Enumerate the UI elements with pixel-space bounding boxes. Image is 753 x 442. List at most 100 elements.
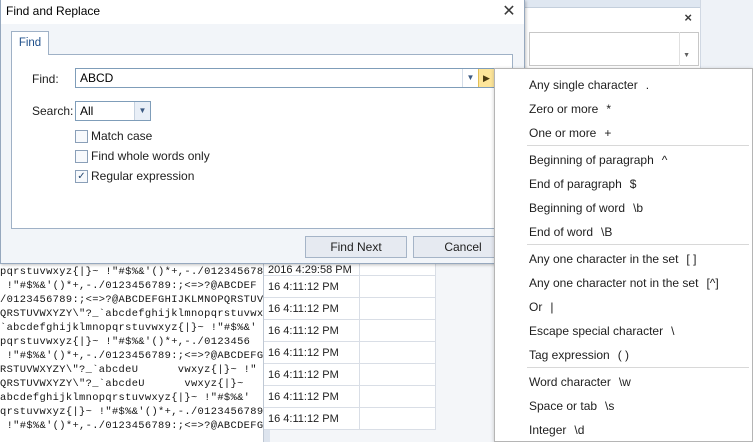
code-line: RSTUVWXYZY\"?_`abcdeU vwxyz{|}~ !" xyxy=(0,364,257,376)
grid-cell[interactable]: 16 4:11:12 PM xyxy=(264,342,360,364)
find-history-dropdown-icon[interactable]: ▼ xyxy=(462,69,478,87)
side-panel-close-icon[interactable]: × xyxy=(684,10,692,25)
menu-item[interactable]: Zero or more * xyxy=(529,102,611,116)
regex-popup-menu: Any single character. Zero or more * One or… xyxy=(494,68,753,442)
menu-item[interactable]: Escape special character \ xyxy=(529,324,674,338)
regular-expression-label[interactable]: Regular expression xyxy=(91,169,194,183)
menu-item-symbol: $ xyxy=(629,177,637,191)
menu-item[interactable]: Any one character in the set [ ] xyxy=(529,252,696,266)
find-input[interactable] xyxy=(76,69,460,87)
code-line: pqrstuvwxyz{|}~ !"#$%&'()*+,-./012345678… xyxy=(0,266,264,278)
grid-cell-empty[interactable] xyxy=(360,408,436,430)
grid-cell-empty[interactable] xyxy=(360,276,436,298)
find-combobox[interactable]: ▼ ▶ xyxy=(75,68,495,88)
menu-item-label: Any single character xyxy=(529,78,638,92)
tab-find[interactable]: Find xyxy=(11,31,49,55)
dialog-titlebar[interactable]: Find and Replace ✕ xyxy=(1,0,524,24)
grid-cell-empty[interactable] xyxy=(360,364,436,386)
menu-item-symbol: \ xyxy=(671,324,675,338)
menu-item-label: Or xyxy=(529,300,543,314)
data-grid[interactable]: 2016 4:29:58 PM 16 4:11:12 PM 16 4:11:12 P… xyxy=(264,262,524,442)
chevron-down-icon[interactable]: ▼ xyxy=(134,102,150,120)
menu-item-symbol: | xyxy=(550,300,554,314)
match-case-checkbox[interactable] xyxy=(75,130,88,143)
grid-cell-empty[interactable] xyxy=(360,264,436,276)
grid-cell[interactable]: 16 4:11:12 PM xyxy=(264,408,360,430)
regular-expression-checkbox[interactable]: ✓ xyxy=(75,170,88,183)
code-line: !"#$%&'()*+,-./0123456789:;<=>?@ABCDEFGH xyxy=(0,350,264,362)
menu-item-symbol: ^ xyxy=(661,153,668,167)
side-panel-textbox[interactable] xyxy=(529,32,699,66)
search-scope-select[interactable]: All ▼ xyxy=(75,101,151,121)
menu-item-label: Tag expression xyxy=(529,348,610,362)
menu-item-label: Space or tab xyxy=(529,399,598,413)
search-scope-value: All xyxy=(80,104,94,118)
menu-item-symbol: \B xyxy=(601,225,613,239)
menu-item-label: Any one character not in the set xyxy=(529,276,699,290)
menu-item-label: Integer xyxy=(529,423,567,437)
menu-item[interactable]: Or | xyxy=(529,300,553,314)
menu-item-symbol: ( ) xyxy=(617,348,630,362)
code-line: /0123456789:;<=>?@ABCDEFGHIJKLMNOPQRSTUV xyxy=(0,294,264,306)
menu-item[interactable]: Beginning of paragraph ^ xyxy=(529,153,667,167)
find-replace-dialog: Find and Replace ✕ Find Find: ▼ ▶ Search… xyxy=(0,0,525,264)
find-label: Find: xyxy=(32,72,59,86)
text-editor[interactable]: pqrstuvwxyz{|}~ !"#$%&'()*+,-./012345678… xyxy=(0,262,264,442)
menu-item-label: End of paragraph xyxy=(529,177,622,191)
menu-item[interactable]: Integer \d xyxy=(529,423,584,437)
menu-item[interactable]: End of word \B xyxy=(529,225,612,239)
code-line: QRSTUVWXYZY\"?_`abcdeU vwxyz{|}~ xyxy=(0,378,244,390)
menu-item-symbol: * xyxy=(606,102,612,116)
code-line: QRSTUVWXYZY\"?_`abcdefghijklmnopqrstuvwx xyxy=(0,308,264,320)
menu-separator xyxy=(527,367,749,368)
whole-words-label[interactable]: Find whole words only xyxy=(91,149,210,163)
menu-item[interactable]: Tag expression ( ) xyxy=(529,348,629,362)
menu-item[interactable]: Word character \w xyxy=(529,375,631,389)
grid-cell[interactable]: 2016 4:29:58 PM xyxy=(264,264,360,276)
menu-item[interactable]: Beginning of word \b xyxy=(529,201,643,215)
code-line: qrstuvwxyz{|}~ !"#$%&'()*+,-./0123456789 xyxy=(0,406,264,418)
grid-cell-empty[interactable] xyxy=(360,320,436,342)
code-line: pqrstuvwxyz{|}~ !"#$%&'()*+,-./0123456 xyxy=(0,336,251,348)
match-case-label[interactable]: Match case xyxy=(91,129,152,143)
grid-cell[interactable]: 16 4:11:12 PM xyxy=(264,276,360,298)
menu-item-symbol: + xyxy=(604,126,612,140)
menu-item-symbol: \b xyxy=(633,201,644,215)
dialog-title: Find and Replace xyxy=(6,4,101,18)
grid-cell-empty[interactable] xyxy=(360,342,436,364)
menu-item[interactable]: Space or tab \s xyxy=(529,399,614,413)
menu-item-symbol: . xyxy=(645,78,650,92)
whole-words-checkbox[interactable] xyxy=(75,150,88,163)
menu-item-symbol: \w xyxy=(618,375,631,389)
menu-item-symbol: [ ] xyxy=(686,252,697,266)
menu-item[interactable]: One or more + xyxy=(529,126,611,140)
menu-item[interactable]: End of paragraph $ xyxy=(529,177,636,191)
menu-item-label: Any one character in the set xyxy=(529,252,679,266)
grid-cell[interactable]: 16 4:11:12 PM xyxy=(264,364,360,386)
grid-cell[interactable]: 16 4:11:12 PM xyxy=(264,298,360,320)
regex-builder-arrow-icon[interactable]: ▶ xyxy=(478,69,494,87)
menu-item-label: Zero or more xyxy=(529,102,599,116)
code-line: !"#$%&'()*+,-./0123456789:;<=>?@ABCDEF xyxy=(0,280,257,292)
side-panel-scrollbar[interactable] xyxy=(679,32,693,66)
grid-cell-empty[interactable] xyxy=(360,386,436,408)
grid-cell-empty[interactable] xyxy=(360,298,436,320)
menu-item-label: Escape special character xyxy=(529,324,664,338)
menu-separator xyxy=(527,244,749,245)
menu-separator xyxy=(527,145,749,146)
menu-item[interactable]: Any one character not in the set [^] xyxy=(529,276,719,290)
menu-item-symbol: \s xyxy=(605,399,615,413)
find-next-button[interactable]: Find Next xyxy=(305,236,407,258)
scroll-down-arrow-icon[interactable]: ▼ xyxy=(683,52,690,59)
code-line: `abcdefghijklmnopqrstuvwxyz{|}~ !"#$%&' xyxy=(0,322,257,334)
grid-cell[interactable]: 16 4:11:12 PM xyxy=(264,320,360,342)
menu-item-symbol: \d xyxy=(574,423,585,437)
menu-item[interactable]: Any single character. xyxy=(529,78,649,92)
grid-cell[interactable]: 16 4:11:12 PM xyxy=(264,386,360,408)
menu-item-label: Beginning of paragraph xyxy=(529,153,654,167)
menu-item-label: Word character xyxy=(529,375,611,389)
menu-item-label: Beginning of word xyxy=(529,201,626,215)
dialog-close-icon[interactable]: ✕ xyxy=(498,1,520,23)
menu-item-label: One or more xyxy=(529,126,597,140)
menu-item-label: End of word xyxy=(529,225,594,239)
